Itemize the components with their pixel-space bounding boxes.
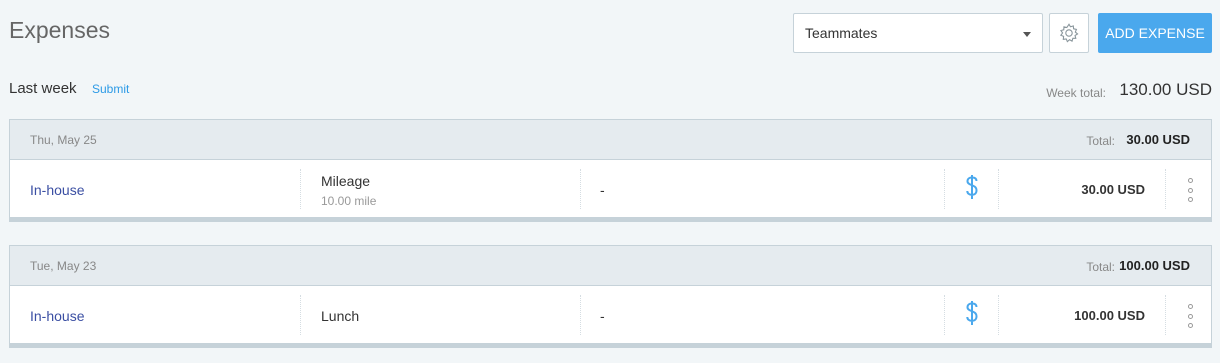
column-divider bbox=[944, 295, 945, 335]
column-divider bbox=[580, 295, 581, 335]
expense-amount: 100.00 USD bbox=[1074, 308, 1145, 323]
day-date: Thu, May 25 bbox=[30, 133, 97, 147]
week-label: Last week bbox=[9, 80, 77, 97]
day-header: Tue, May 23 Total: 100.00 USD bbox=[10, 246, 1211, 286]
add-expense-button[interactable]: ADD EXPENSE bbox=[1098, 13, 1212, 53]
column-divider bbox=[944, 169, 945, 209]
column-divider bbox=[300, 295, 301, 335]
column-divider bbox=[998, 295, 999, 335]
more-options-icon[interactable] bbox=[1186, 178, 1194, 202]
expense-category: Lunch bbox=[321, 308, 360, 324]
column-divider bbox=[1165, 169, 1166, 209]
more-options-icon[interactable] bbox=[1186, 304, 1194, 328]
day-header: Thu, May 25 Total: 30.00 USD bbox=[10, 120, 1211, 160]
day-date: Tue, May 23 bbox=[30, 259, 97, 273]
settings-button[interactable] bbox=[1049, 13, 1089, 53]
gear-icon bbox=[1059, 23, 1079, 43]
day-group: Tue, May 23 Total: 100.00 USD In-house L… bbox=[9, 245, 1212, 348]
billable-toggle[interactable] bbox=[965, 300, 979, 340]
day-total-label: Total: bbox=[1086, 134, 1115, 148]
expense-note: - bbox=[600, 308, 605, 324]
day-total-value: 100.00 USD bbox=[1119, 258, 1190, 273]
day-total-label: Total: bbox=[1086, 260, 1115, 274]
day-total-value: 30.00 USD bbox=[1126, 132, 1190, 147]
teammates-select[interactable]: Teammates bbox=[793, 13, 1043, 53]
expense-note: - bbox=[600, 182, 605, 198]
chevron-down-icon bbox=[1023, 32, 1031, 37]
expense-quantity: 10.00 mile bbox=[321, 194, 377, 208]
column-divider bbox=[300, 169, 301, 209]
billable-toggle[interactable] bbox=[965, 174, 979, 214]
week-total-value: 130.00 USD bbox=[1119, 80, 1212, 99]
column-divider bbox=[998, 169, 999, 209]
dollar-icon bbox=[966, 175, 978, 199]
column-divider bbox=[580, 169, 581, 209]
submit-link[interactable]: Submit bbox=[92, 82, 129, 96]
expense-row[interactable]: In-house Mileage 10.00 mile - 30.00 USD bbox=[10, 160, 1211, 221]
page-title: Expenses bbox=[9, 17, 111, 43]
project-link[interactable]: In-house bbox=[30, 182, 84, 222]
day-group: Thu, May 25 Total: 30.00 USD In-house Mi… bbox=[9, 119, 1212, 222]
expense-row[interactable]: In-house Lunch - 100.00 USD bbox=[10, 286, 1211, 347]
teammates-select-value: Teammates bbox=[805, 25, 878, 41]
project-link[interactable]: In-house bbox=[30, 308, 84, 348]
dollar-icon bbox=[966, 301, 978, 325]
week-total-label: Week total: bbox=[1046, 86, 1106, 100]
column-divider bbox=[1165, 295, 1166, 335]
expense-amount: 30.00 USD bbox=[1081, 182, 1145, 197]
